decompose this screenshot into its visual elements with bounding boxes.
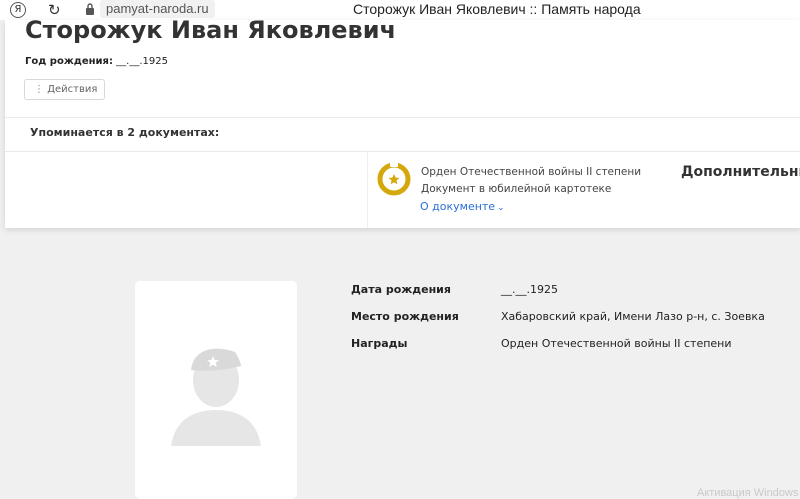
divider bbox=[5, 117, 800, 118]
about-document-link[interactable]: О документе ⌄ bbox=[420, 200, 505, 213]
detail-value: Орден Отечественной войны II степени bbox=[501, 337, 732, 350]
lock-icon bbox=[86, 3, 94, 15]
yandex-logo-icon[interactable]: Я bbox=[10, 2, 26, 18]
detail-label: Награды bbox=[351, 337, 408, 350]
windows-activation-watermark: Активация Windows bbox=[697, 487, 799, 499]
actions-button[interactable]: ⋮ Действия bbox=[24, 79, 105, 100]
birth-year-label: Год рождения: bbox=[25, 56, 113, 67]
birth-year-value: __.__.1925 bbox=[116, 56, 168, 67]
about-document-label: О документе bbox=[420, 200, 496, 213]
soldier-silhouette-icon bbox=[171, 348, 261, 446]
divider bbox=[5, 151, 800, 152]
medal-icon bbox=[377, 161, 411, 196]
actions-button-label: Действия bbox=[47, 84, 98, 95]
detail-value: __.__.1925 bbox=[501, 283, 558, 296]
page-tab-title: Сторожук Иван Яковлевич :: Память народа bbox=[353, 1, 641, 17]
photo-placeholder bbox=[135, 281, 297, 499]
divider bbox=[367, 152, 368, 228]
detail-label: Место рождения bbox=[351, 310, 459, 323]
detail-value: Хабаровский край, Имени Лазо р-н, с. Зое… bbox=[501, 310, 765, 323]
detail-label: Дата рождения bbox=[351, 283, 451, 296]
additional-info-heading: Дополнительны bbox=[681, 164, 800, 180]
birth-year-line: Год рождения: __.__.1925 bbox=[25, 56, 168, 67]
document-title: Орден Отечественной войны II степени Док… bbox=[421, 166, 642, 195]
person-name: Сторожук Иван Яковлевич bbox=[25, 16, 397, 44]
more-vertical-icon: ⋮ bbox=[34, 84, 44, 95]
mentions-heading: Упоминается в 2 документах: bbox=[30, 126, 220, 139]
chevron-down-icon: ⌄ bbox=[497, 203, 505, 213]
person-card: Сторожук Иван Яковлевич Год рождения: __… bbox=[5, 16, 800, 228]
